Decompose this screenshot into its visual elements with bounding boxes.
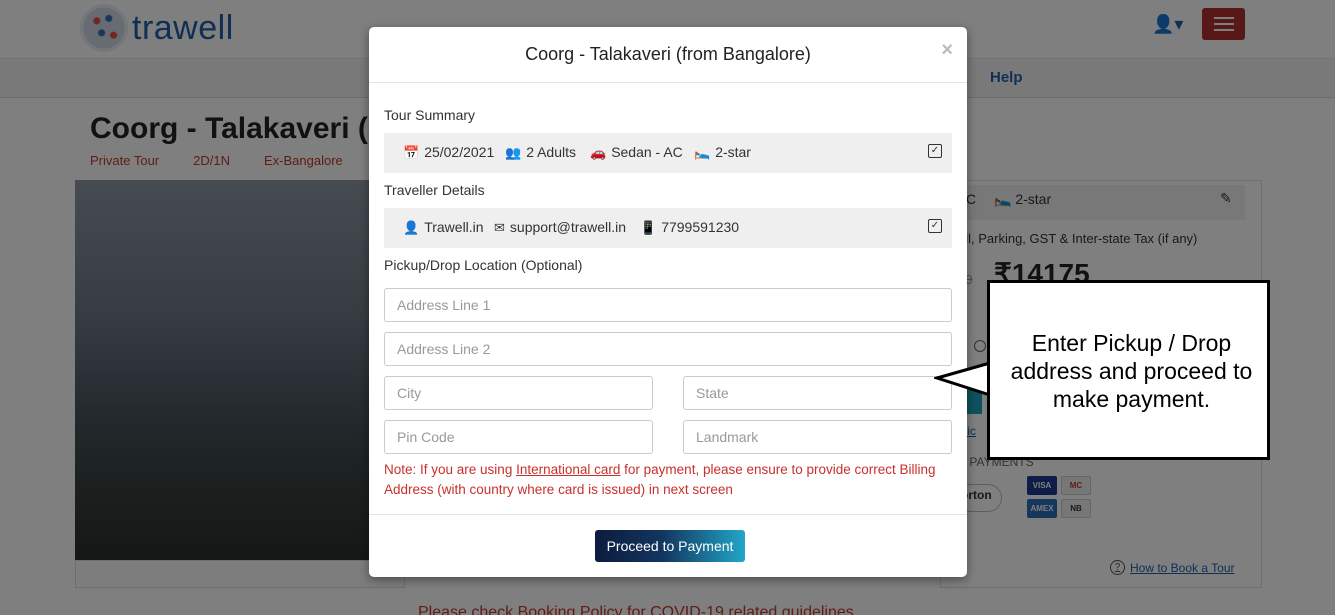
tour-summary-bar: 📅 25/02/2021 👥 2 Adults 🚗 Sedan - AC 🛌 2… [384, 133, 952, 173]
envelope-icon: ✉ [494, 219, 505, 235]
calendar-icon: 📅 [403, 144, 420, 160]
bed-icon: 🛌 [694, 144, 711, 160]
pickup-location-heading: Pickup/Drop Location (Optional) [384, 257, 583, 273]
state-input[interactable] [683, 376, 952, 410]
close-icon[interactable]: × [941, 39, 953, 62]
modal-header: Coorg - Talakaveri (from Bangalore) × [369, 27, 967, 83]
traveller-details-bar: 👤 Trawell.in ✉ support@trawell.in 📱 7799… [384, 208, 952, 248]
users-icon: 👥 [505, 144, 522, 160]
modal-title: Coorg - Talakaveri (from Bangalore) [525, 44, 811, 64]
international-card-note: Note: If you are using International car… [384, 462, 936, 497]
tour-date: 📅 25/02/2021 [403, 144, 495, 160]
traveller-phone: 📱 7799591230 [640, 219, 740, 235]
pin-code-input[interactable] [384, 420, 653, 454]
edit-traveller-icon[interactable]: ✓ [928, 219, 942, 233]
edit-summary-icon[interactable]: ✓ [928, 144, 942, 158]
proceed-to-payment-button[interactable]: Proceed to Payment [595, 530, 745, 562]
user-icon: 👤 [403, 219, 420, 235]
mobile-phone-icon: 📱 [640, 219, 657, 235]
traveller-name: 👤 Trawell.in [403, 219, 484, 235]
address-line-2-input[interactable] [384, 332, 952, 366]
modal-footer-divider [369, 514, 967, 515]
tour-car: 🚗 Sedan - AC [590, 144, 683, 160]
callout-pointer-arrow [934, 361, 992, 398]
landmark-input[interactable] [683, 420, 952, 454]
address-line-1-input[interactable] [384, 288, 952, 322]
tour-summary-heading: Tour Summary [384, 107, 476, 123]
tour-hotel: 🛌 2-star [694, 144, 751, 160]
tour-adults: 👥 2 Adults [505, 144, 577, 160]
traveller-details-heading: Traveller Details [384, 182, 485, 198]
car-icon: 🚗 [590, 144, 607, 160]
city-input[interactable] [384, 376, 653, 410]
booking-modal: Coorg - Talakaveri (from Bangalore) × To… [369, 27, 967, 577]
instruction-callout: Enter Pickup / Drop address and proceed … [987, 280, 1270, 460]
callout-text: Enter Pickup / Drop address and proceed … [1010, 330, 1253, 412]
traveller-email: ✉ support@trawell.in [494, 219, 627, 235]
international-card-link[interactable]: International card [516, 462, 620, 477]
